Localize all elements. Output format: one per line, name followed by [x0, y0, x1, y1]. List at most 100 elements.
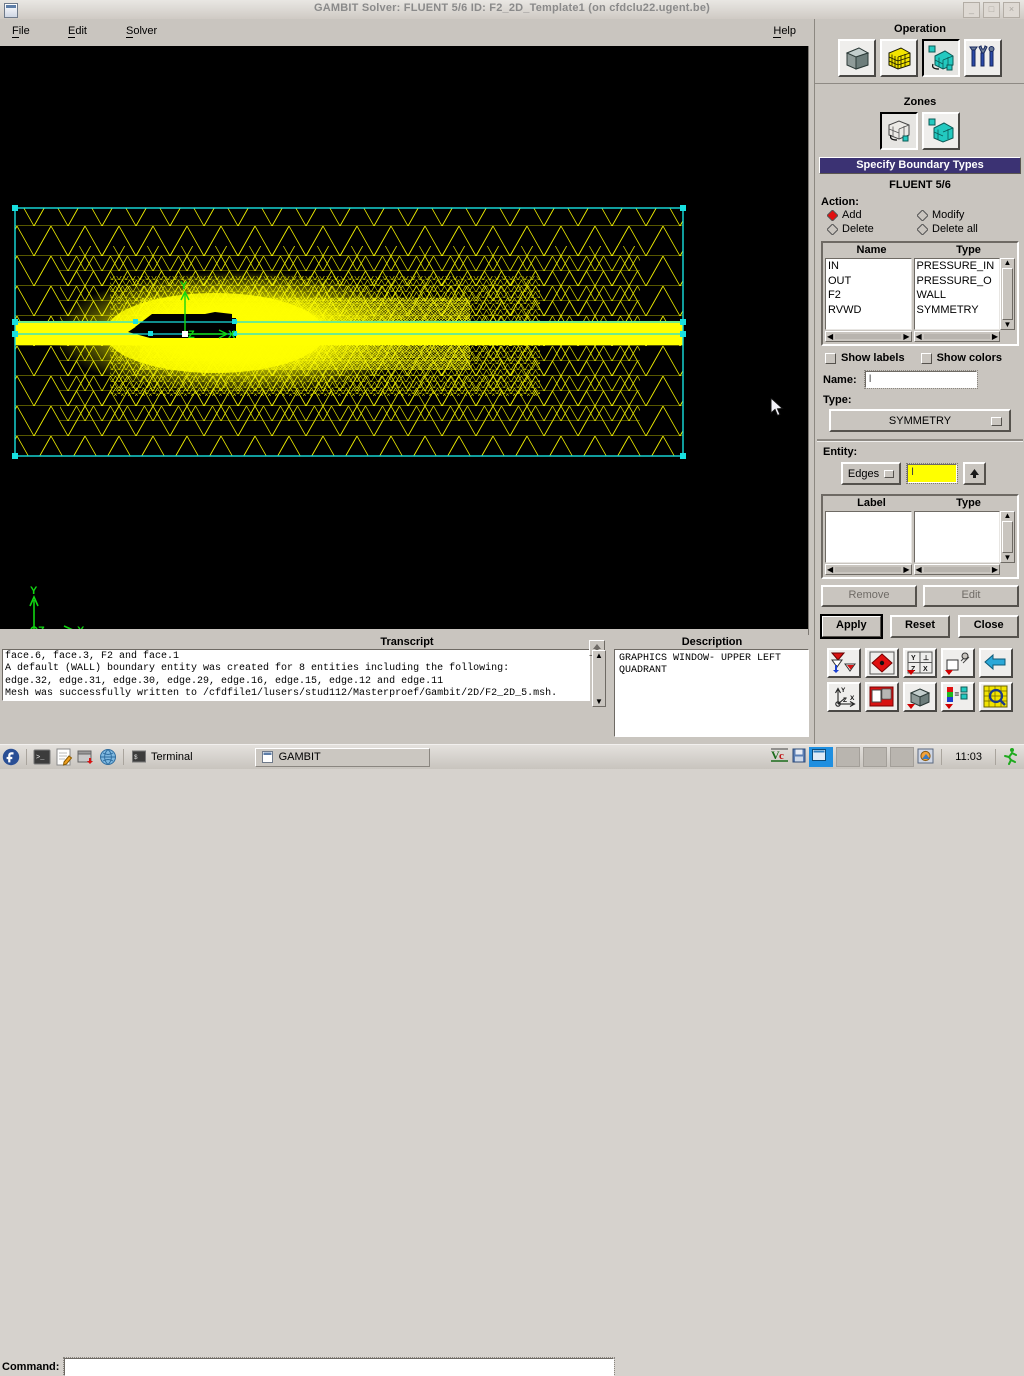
dropdown-triangle-icon[interactable]	[945, 670, 953, 675]
entity-kind-button[interactable]: Edges	[841, 462, 901, 485]
scroll-up-icon[interactable]: ▲	[1004, 512, 1012, 520]
reset-button[interactable]: Reset	[889, 615, 951, 638]
scroll-right-icon[interactable]: ▶	[991, 332, 999, 341]
table-row[interactable]: IN	[826, 259, 911, 274]
scrollbar-thumb[interactable]	[1002, 268, 1013, 320]
vlc-tray-icon[interactable]: Vc	[771, 747, 789, 768]
zones-specify-boundary-types-button[interactable]	[880, 112, 918, 150]
scrollbar-track[interactable]	[835, 567, 902, 572]
boundary-table-body[interactable]: IN OUT F2 RVWD PRESSURE_IN PRESSURE_O WA…	[825, 258, 1015, 330]
entity-input[interactable]: I	[906, 463, 958, 484]
names-horizontal-scrollbar[interactable]: ◀ ▶	[825, 331, 912, 342]
radio-delete-all[interactable]: Delete all	[917, 223, 1024, 235]
table-row[interactable]: SYMMETRY	[915, 303, 1000, 318]
examine-mesh-button[interactable]	[979, 682, 1013, 712]
table-row[interactable]: PRESSURE_O	[915, 274, 1000, 289]
orient-model-button[interactable]	[865, 648, 899, 678]
scroll-up-icon[interactable]: ▲	[1004, 259, 1012, 267]
close-panel-button[interactable]: Close	[958, 615, 1020, 638]
boundary-names-column[interactable]: IN OUT F2 RVWD	[825, 258, 912, 330]
table-row[interactable]: OUT	[826, 274, 911, 289]
scroll-down-icon[interactable]: ▼	[1004, 321, 1012, 329]
transcript-vertical-scrollbar[interactable]: ▲ ▼	[592, 650, 606, 707]
shaded-cube-button[interactable]	[903, 682, 937, 712]
taskbar-task-gambit[interactable]: GAMBIT	[254, 747, 430, 767]
scrollbar-thumb[interactable]	[1002, 521, 1013, 553]
operation-zones-button[interactable]	[922, 39, 960, 77]
entity-pick-button[interactable]	[963, 462, 986, 485]
scroll-right-icon[interactable]: ▶	[902, 565, 910, 574]
remove-button[interactable]: Remove	[821, 585, 917, 607]
radio-add[interactable]: Add	[827, 209, 915, 221]
label-type-column[interactable]	[913, 511, 1000, 563]
desktop-2-icon[interactable]	[836, 747, 861, 767]
scroll-left-icon[interactable]: ◀	[915, 332, 923, 341]
scroll-right-icon[interactable]: ▶	[991, 565, 999, 574]
graphics-window[interactable]: Y Z X Y Z X	[0, 46, 808, 635]
scroll-left-icon[interactable]: ◀	[915, 565, 923, 574]
name-input[interactable]: I	[863, 370, 978, 389]
scroll-left-icon[interactable]: ◀	[826, 332, 834, 341]
table-row[interactable]: PRESSURE_IN	[915, 259, 1000, 274]
operation-mesh-button[interactable]	[880, 39, 918, 77]
maximize-button[interactable]: □	[983, 2, 1000, 18]
boundary-types-column[interactable]: PRESSURE_IN PRESSURE_O WALL SYMMETRY	[913, 258, 1000, 330]
command-input[interactable]	[63, 1357, 616, 1376]
scrollbar-track[interactable]	[923, 334, 990, 339]
color-legend-button[interactable]: =	[941, 682, 975, 712]
close-button[interactable]: ×	[1003, 2, 1020, 18]
scroll-right-icon[interactable]: ▶	[902, 332, 910, 341]
desktop-3-icon[interactable]	[863, 747, 888, 767]
menu-edit[interactable]: Edit	[68, 25, 87, 38]
fedora-menu-icon[interactable]	[2, 748, 20, 766]
terminal-launcher-icon[interactable]: >_	[33, 748, 51, 766]
scroll-up-icon[interactable]: ▲	[595, 651, 603, 660]
menu-solver[interactable]: Solver	[126, 25, 157, 38]
transcript-output[interactable]: face.6, face.3, F2 and face.1 A default …	[2, 649, 590, 701]
menu-file[interactable]: File	[12, 25, 30, 38]
radio-modify[interactable]: Modify	[917, 209, 1024, 221]
dropdown-triangle-icon[interactable]	[945, 704, 953, 709]
annotation-button[interactable]	[865, 682, 899, 712]
dropdown-triangle-icon[interactable]	[907, 670, 915, 675]
label-table-body[interactable]: ▲ ▼	[825, 511, 1015, 563]
apply-button[interactable]: Apply	[820, 614, 883, 639]
scroll-down-icon[interactable]: ▼	[595, 697, 603, 706]
desktop-1-icon[interactable]	[809, 747, 834, 767]
running-man-icon[interactable]	[1003, 747, 1019, 768]
package-manager-launcher-icon[interactable]	[77, 748, 95, 766]
scrollbar-track[interactable]	[923, 567, 990, 572]
text-editor-launcher-icon[interactable]	[55, 748, 73, 766]
floppy-tray-icon[interactable]	[792, 748, 806, 766]
image-viewer-tray-icon[interactable]	[917, 748, 934, 767]
table-row[interactable]: F2	[826, 288, 911, 303]
type-option-menu[interactable]: SYMMETRY	[829, 409, 1011, 432]
table-row[interactable]: RVWD	[826, 303, 911, 318]
dropdown-triangle-icon[interactable]	[907, 704, 915, 709]
boundary-table-vertical-scrollbar[interactable]: ▲ ▼	[1000, 258, 1015, 330]
coordinate-axis-button[interactable]: YZX	[827, 682, 861, 712]
operation-tools-button[interactable]	[964, 39, 1002, 77]
xyz-axis-views-button[interactable]: Y ⊥ Z X	[903, 648, 937, 678]
operation-geometry-button[interactable]	[838, 39, 876, 77]
minimize-button[interactable]: _	[963, 2, 980, 18]
taskbar-task-terminal[interactable]: $ Terminal	[132, 750, 193, 764]
desktop-4-icon[interactable]	[890, 747, 915, 767]
web-browser-launcher-icon[interactable]	[99, 748, 117, 766]
table-row[interactable]: WALL	[915, 288, 1000, 303]
label-horizontal-scrollbar[interactable]: ◀ ▶	[825, 564, 912, 575]
label-column[interactable]	[825, 511, 912, 563]
radio-delete[interactable]: Delete	[827, 223, 915, 235]
scrollbar-track[interactable]	[835, 334, 902, 339]
label-type-horizontal-scrollbar[interactable]: ◀ ▶	[913, 564, 1000, 575]
label-table-vertical-scrollbar[interactable]: ▲ ▼	[1000, 511, 1015, 563]
scroll-down-icon[interactable]: ▼	[1004, 554, 1012, 562]
show-labels-checkbox[interactable]: Show labels	[825, 352, 905, 364]
render-model-button[interactable]	[941, 648, 975, 678]
show-colors-checkbox[interactable]: Show colors	[920, 352, 1002, 364]
scroll-left-icon[interactable]: ◀	[826, 565, 834, 574]
undo-view-button[interactable]	[979, 648, 1013, 678]
fit-to-window-button[interactable]	[827, 648, 861, 678]
edit-button[interactable]: Edit	[923, 585, 1019, 607]
types-horizontal-scrollbar[interactable]: ◀ ▶	[913, 331, 1000, 342]
